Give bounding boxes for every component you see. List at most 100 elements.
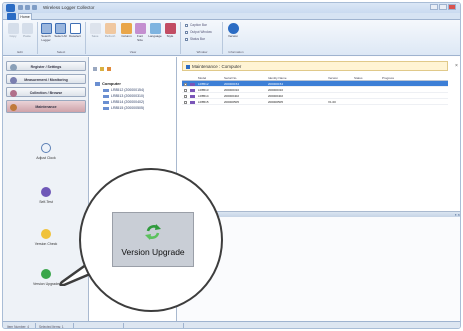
column-button[interactable]: Column — [120, 23, 133, 39]
quick-access-undo-icon[interactable] — [25, 5, 30, 10]
ribbon-group-edit: Edit — [17, 50, 23, 54]
tree-root-computer[interactable]: Computer — [95, 81, 121, 86]
adjust-clock-tool[interactable]: Adjust Clock — [3, 143, 89, 160]
copy-icon — [7, 23, 19, 34]
ribbon-tab-strip: Home — [3, 13, 460, 20]
column-icon — [121, 23, 132, 34]
save-button[interactable]: Save — [89, 23, 101, 39]
tab-home[interactable]: Home — [18, 13, 32, 20]
self-test-tool[interactable]: Self-Test — [3, 187, 89, 204]
gear-icon — [10, 63, 17, 71]
refresh-arrows-icon — [41, 269, 51, 279]
tree-item[interactable]: LR8512 (200000154) — [103, 88, 144, 92]
selected-items-status: Selected Items: 1 — [39, 324, 64, 329]
quick-access-save-icon[interactable] — [18, 5, 23, 10]
nav-measurement-monitoring[interactable]: Measurement / Monitoring — [6, 74, 86, 84]
ribbon-group-information: Information — [228, 50, 244, 54]
panel-header: Maintenance : Computer — [182, 61, 448, 71]
paste-icon — [21, 23, 33, 34]
nav-collection-browse[interactable]: Collection / Browse — [6, 87, 86, 97]
quick-access-dropdown-icon[interactable] — [32, 5, 37, 10]
paste-button[interactable]: Paste — [21, 23, 33, 39]
row-checkbox[interactable] — [184, 88, 187, 92]
column-header[interactable]: Serial No. — [224, 76, 237, 80]
version-button[interactable]: Version — [225, 23, 241, 39]
column-header[interactable]: Model — [198, 76, 206, 80]
output-pane-header: ▪ × — [177, 212, 460, 217]
version-check-tool[interactable]: Version Check — [3, 229, 89, 246]
search-logger-button[interactable]: Search Logger — [39, 23, 53, 42]
clock-icon — [41, 143, 51, 153]
ribbon: Copy Paste Search Logger Select All Dese… — [3, 20, 460, 56]
logger-table: Model Serial No. Identity Name Version S… — [182, 75, 448, 105]
maximize-button[interactable] — [439, 4, 447, 10]
tree-item[interactable]: LR8515 (200000505) — [103, 106, 144, 110]
row-checkbox[interactable] — [184, 94, 187, 98]
caption-bar-checkbox[interactable]: Caption Bar — [185, 23, 207, 27]
logger-icon — [190, 82, 195, 86]
language-button[interactable]: Language — [148, 23, 162, 39]
computer-icon — [95, 81, 100, 86]
file-tab[interactable] — [7, 13, 16, 20]
app-menu-icon[interactable] — [6, 4, 15, 12]
version-upgrade-callout-button[interactable]: Version Upgrade — [112, 212, 194, 267]
callout-magnifier: Version Upgrade — [79, 168, 223, 312]
column-header[interactable]: Version — [328, 76, 338, 80]
output-pane-pin-icon[interactable]: ▪ × — [455, 212, 460, 217]
self-test-icon — [41, 187, 51, 197]
logger-icon — [190, 88, 195, 92]
logger-icon — [190, 94, 195, 98]
tree-item[interactable]: LR8513 (200000310) — [103, 94, 144, 98]
toolbox-icon — [10, 104, 17, 111]
select-all-button[interactable]: Select All — [54, 23, 67, 39]
ribbon-group-select: Select — [56, 50, 66, 54]
panel-close-icon[interactable]: × — [455, 63, 458, 69]
search-logger-icon — [40, 23, 52, 34]
tree-toolbar — [92, 60, 122, 75]
logger-icon — [103, 88, 109, 92]
nav-maintenance[interactable]: Maintenance — [6, 100, 86, 113]
language-icon — [149, 23, 161, 34]
title-bar: Wireless Logger Collector — [3, 3, 460, 13]
info-icon — [227, 23, 239, 34]
monitor-icon — [10, 76, 17, 84]
maintenance-panel: Maintenance : Computer × Model Serial No… — [177, 57, 460, 211]
maintenance-icon — [186, 64, 190, 69]
lightbulb-icon — [41, 229, 51, 239]
refresh-button[interactable]: Refresh — [103, 23, 117, 39]
tree-toolbar-icons[interactable] — [92, 60, 122, 74]
deselect-button[interactable]: Deselect — [68, 23, 82, 39]
refresh-arrows-icon — [145, 224, 161, 240]
close-button[interactable] — [448, 4, 456, 10]
style-button[interactable]: Style — [164, 23, 176, 39]
output-window-checkbox[interactable]: Output Window — [185, 30, 212, 34]
table-row[interactable]: LR8515 200000505 200000505 V1.00 — [182, 99, 448, 105]
window-title: Wireless Logger Collector — [43, 5, 95, 10]
logger-icon — [103, 94, 109, 98]
style-icon — [164, 23, 176, 34]
ribbon-separator — [85, 22, 86, 54]
column-header[interactable]: Identity Name — [268, 76, 287, 80]
tree-item[interactable]: LR8514 (200000402) — [103, 100, 144, 104]
copy-button[interactable]: Copy — [7, 23, 19, 39]
minimize-button[interactable] — [430, 4, 438, 10]
font-size-icon — [134, 23, 146, 34]
refresh-icon — [104, 23, 116, 34]
row-checkbox[interactable] — [184, 82, 187, 86]
nav-register-settings[interactable]: Register / Settings — [6, 61, 86, 71]
ribbon-group-window: Window — [196, 50, 208, 54]
select-all-icon — [55, 23, 66, 34]
column-header[interactable]: Status — [354, 76, 363, 80]
column-header[interactable]: Progress — [382, 76, 394, 80]
deselect-icon — [69, 23, 81, 34]
status-bar: Item Number: 4 Selected Items: 1 — [3, 321, 460, 329]
save-icon — [89, 23, 101, 34]
status-bar-checkbox[interactable]: Status Bar — [185, 37, 205, 41]
logger-icon — [103, 100, 109, 104]
ribbon-separator — [37, 22, 38, 54]
row-checkbox[interactable] — [184, 100, 187, 104]
font-size-button[interactable]: Font Size — [134, 23, 146, 42]
collection-icon — [10, 89, 17, 97]
ribbon-group-view: View — [129, 50, 137, 54]
ribbon-separator — [180, 22, 181, 54]
